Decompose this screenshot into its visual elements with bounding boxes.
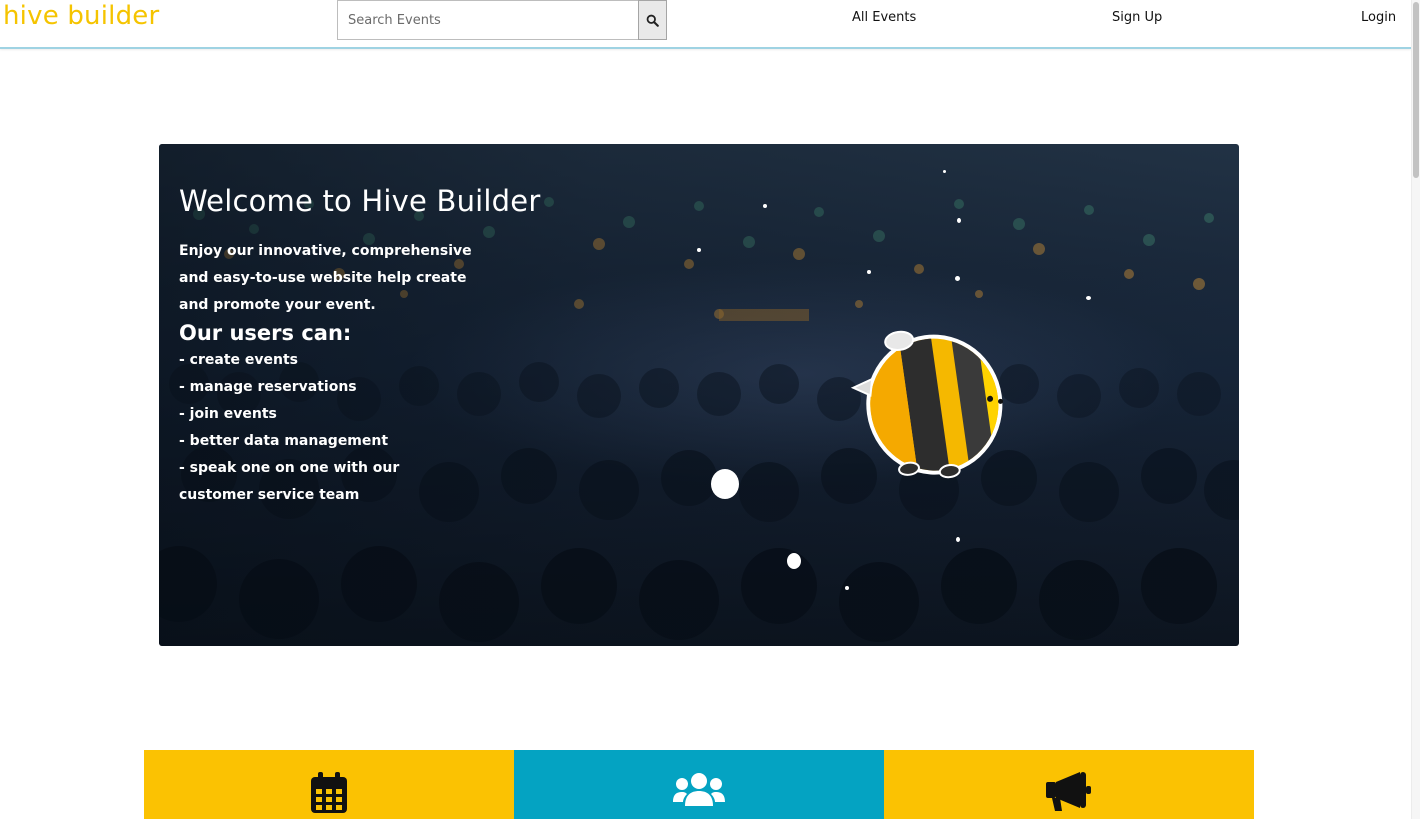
sparkle — [763, 204, 767, 208]
hero-intro: Enjoy our innovative, comprehensive and … — [179, 243, 472, 313]
sparkle — [955, 276, 960, 281]
sparkle — [697, 248, 701, 252]
brand-logo[interactable]: hive builder — [3, 1, 159, 31]
hero-banner: Welcome to Hive Builder Enjoy our innova… — [159, 144, 1239, 646]
hero-title: Welcome to Hive Builder — [179, 184, 541, 218]
nav-all-events[interactable]: All Events — [852, 10, 916, 25]
nav-login[interactable]: Login — [1361, 10, 1396, 25]
nav-sign-up[interactable]: Sign Up — [1112, 10, 1162, 25]
navbar: hive builder All Events Sign Up Login — [0, 0, 1411, 49]
list-item: - join events — [179, 406, 277, 422]
scroll-thumb[interactable] — [1413, 2, 1419, 178]
search-input[interactable] — [337, 0, 638, 40]
tile-promote-events[interactable] — [884, 750, 1254, 819]
tile-create-events[interactable] — [144, 750, 514, 819]
sparkle — [787, 553, 801, 569]
search-form — [337, 0, 667, 40]
hero-content: Welcome to Hive Builder Enjoy our innova… — [179, 184, 540, 509]
search-icon — [646, 14, 659, 27]
sparkle — [956, 537, 960, 542]
tile-join-events[interactable] — [514, 750, 884, 819]
hero-subtitle: Our users can: — [179, 321, 352, 345]
sparkle — [943, 170, 946, 173]
users-icon — [673, 773, 725, 806]
sparkle — [711, 469, 739, 499]
list-item: - speak one on one with our customer ser… — [179, 460, 400, 503]
list-item: - create events — [179, 352, 298, 368]
sparkle — [867, 270, 871, 274]
list-item: - manage reservations — [179, 379, 357, 395]
megaphone-icon — [1046, 772, 1091, 811]
sparkle — [957, 218, 961, 223]
page-scrollbar[interactable] — [1411, 0, 1420, 819]
feature-tiles — [144, 750, 1254, 819]
sparkle — [845, 586, 849, 590]
sparkle — [1086, 296, 1091, 300]
list-item: - better data management — [179, 433, 389, 449]
calendar-icon — [311, 772, 347, 813]
feature-list: - create events - manage reservations - … — [179, 347, 409, 509]
bee-mascot-image — [850, 330, 1007, 479]
search-button[interactable] — [638, 0, 667, 40]
